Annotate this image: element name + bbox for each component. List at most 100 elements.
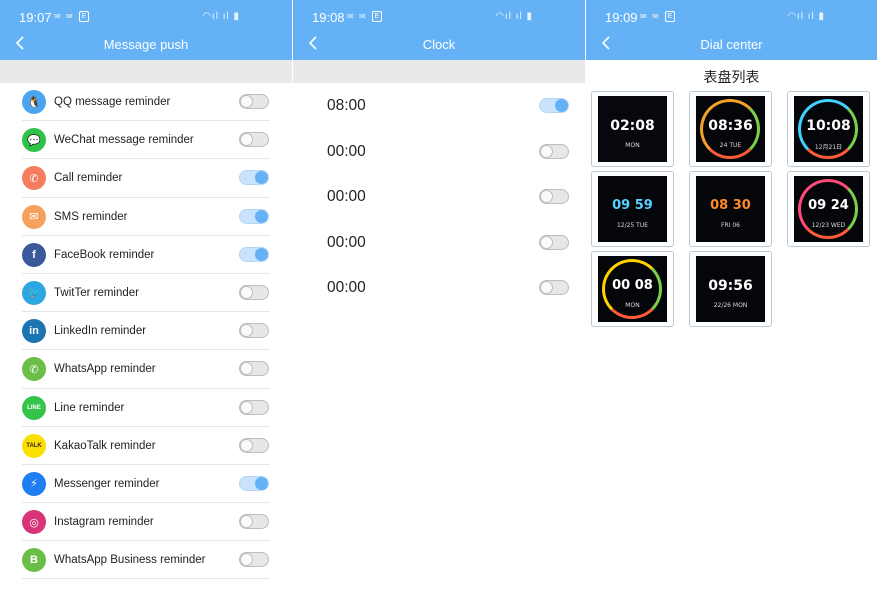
toggle-knob — [240, 95, 253, 108]
sms-icon: ✉ — [22, 204, 46, 229]
toggle-knob — [540, 144, 553, 158]
qq-icon: 🐧 — [22, 90, 46, 114]
reminder-toggle[interactable] — [239, 437, 269, 453]
alarm-row[interactable]: 00:00 — [293, 174, 585, 220]
row-separator — [22, 578, 270, 580]
toggle-knob — [240, 515, 253, 529]
reminder-label: Line reminder — [54, 401, 125, 414]
whatsapp-icon: ✆ — [22, 357, 46, 382]
list-item: ◎ Instagram reminder — [0, 503, 292, 542]
dial-thumbnail[interactable]: 10:08 12月21日 — [787, 91, 870, 167]
wechat-icon: 💬 — [22, 128, 46, 153]
dial-date: 12/25 TUE — [616, 222, 649, 229]
signal-battery-icon: ◠ıl ıl ▮ — [787, 11, 825, 22]
reminder-label: FaceBook reminder — [54, 248, 155, 261]
dial-thumbnail[interactable]: 09 59 12/25 TUE — [591, 171, 674, 247]
list-item: ⚡ Messenger reminder — [0, 465, 292, 504]
reminder-label: WhatsApp Business reminder — [54, 554, 206, 567]
section-divider — [0, 60, 292, 83]
reminder-toggle[interactable] — [239, 323, 269, 339]
toggle-knob — [255, 171, 268, 185]
status-bar: 19:09 ✉ ✉ E ◠ıl ıl ▮ — [586, 0, 877, 34]
list-item: LINE Line reminder — [0, 389, 292, 427]
notification-icon: ✉ — [54, 12, 61, 21]
watch-face: 09 59 12/25 TUE — [598, 176, 667, 242]
alarm-row[interactable]: 00:00 — [293, 129, 585, 175]
dial-time: 09:56 — [708, 278, 753, 294]
line-icon: LINE — [22, 395, 46, 420]
signal-battery-icon: ◠ıl ıl ▮ — [202, 11, 240, 22]
list-item: ✆ WhatsApp reminder — [0, 350, 292, 389]
dial-list-heading: 表盘列表 — [703, 69, 760, 85]
alarm-toggle[interactable] — [539, 189, 569, 205]
alarm-time: 00:00 — [327, 279, 366, 297]
alarm-toggle[interactable] — [539, 234, 569, 250]
toggle-knob — [255, 247, 268, 261]
dial-date: FRI 06 — [721, 222, 740, 229]
alarm-row[interactable]: 08:00 — [293, 83, 585, 129]
toggle-knob — [540, 190, 553, 204]
twitter-icon: 🐦 — [22, 280, 46, 305]
dial-time: 02:08 — [610, 118, 655, 134]
watch-face: 09 24 12/23 WED — [794, 176, 863, 242]
toggle-knob — [240, 553, 253, 567]
reminder-list: 🐧 QQ message reminder 💬 WeChat message remi… — [0, 83, 292, 580]
notification-icon: ✉ — [66, 12, 73, 21]
reminder-toggle[interactable] — [239, 475, 269, 491]
alarm-time: 00:00 — [327, 188, 366, 206]
watch-face: 08 30 FRI 06 — [696, 176, 765, 242]
alarm-toggle[interactable] — [539, 143, 569, 159]
facebook-icon: f — [22, 242, 46, 267]
reminder-label: WhatsApp reminder — [54, 363, 156, 376]
reminder-toggle[interactable] — [239, 94, 269, 109]
reminder-toggle[interactable] — [239, 361, 269, 377]
list-item: B WhatsApp Business reminder — [0, 541, 292, 580]
reminder-label: Call reminder — [54, 172, 123, 185]
page-title: Dial center — [700, 37, 763, 52]
list-item: in LinkedIn reminder — [0, 312, 292, 351]
reminder-label: Instagram reminder — [54, 516, 154, 529]
dial-time: 09 59 — [612, 198, 653, 213]
toggle-knob — [240, 400, 253, 414]
watch-face: 08:36 24 TUE — [696, 96, 765, 162]
reminder-toggle[interactable] — [239, 208, 269, 224]
kakaotalk-icon: TALK — [22, 433, 46, 458]
alarm-row[interactable]: 00:00 — [293, 220, 585, 266]
list-item: TALK KakaoTalk reminder — [0, 427, 292, 465]
dial-thumbnail[interactable]: 08:36 24 TUE — [689, 91, 772, 167]
section-divider — [293, 60, 585, 83]
alarm-time: 00:00 — [327, 142, 366, 160]
toggle-knob — [240, 324, 253, 338]
list-item: ✆ Call reminder — [0, 159, 292, 198]
top-bar: 19:08 ✉ ✉ E ◠ıl ıl ▮ Clock — [293, 0, 585, 60]
instagram-icon: ◎ — [22, 510, 46, 535]
dial-thumbnail[interactable]: 00 08 MON — [591, 251, 674, 327]
watch-face: 10:08 12月21日 — [794, 96, 863, 162]
reminder-toggle[interactable] — [239, 284, 269, 300]
reminder-toggle[interactable] — [239, 399, 269, 415]
status-time: 19:09 — [605, 10, 638, 25]
alarm-toggle[interactable] — [539, 98, 569, 113]
toggle-knob — [240, 438, 253, 452]
toggle-knob — [540, 235, 553, 249]
alarm-row[interactable]: 00:00 — [293, 265, 585, 311]
toggle-knob — [540, 281, 553, 295]
dial-thumbnail[interactable]: 02:08 MON — [591, 91, 674, 167]
signal-battery-icon: ◠ıl ıl ▮ — [495, 11, 533, 22]
alarm-toggle[interactable] — [539, 280, 569, 296]
reminder-toggle[interactable] — [239, 552, 269, 568]
status-time: 19:08 — [312, 10, 345, 25]
dial-thumbnail[interactable]: 08 30 FRI 06 — [689, 171, 772, 247]
alarm-time: 08:00 — [327, 97, 366, 114]
reminder-toggle[interactable] — [239, 170, 269, 186]
reminder-toggle[interactable] — [239, 514, 269, 530]
reminder-toggle[interactable] — [239, 132, 269, 148]
page-title: Clock — [422, 37, 456, 52]
dial-thumbnail[interactable]: 09 24 12/23 WED — [787, 171, 870, 247]
dial-date: 22/26 MON — [713, 302, 748, 309]
reminder-toggle[interactable] — [239, 246, 269, 262]
dial-thumbnail[interactable]: 09:56 22/26 MON — [689, 251, 772, 327]
dial-date: 12/23 WED — [811, 222, 846, 229]
top-bar: 19:09 ✉ ✉ E ◠ıl ıl ▮ Dial center — [586, 0, 877, 60]
watch-face: 00 08 MON — [598, 256, 667, 322]
